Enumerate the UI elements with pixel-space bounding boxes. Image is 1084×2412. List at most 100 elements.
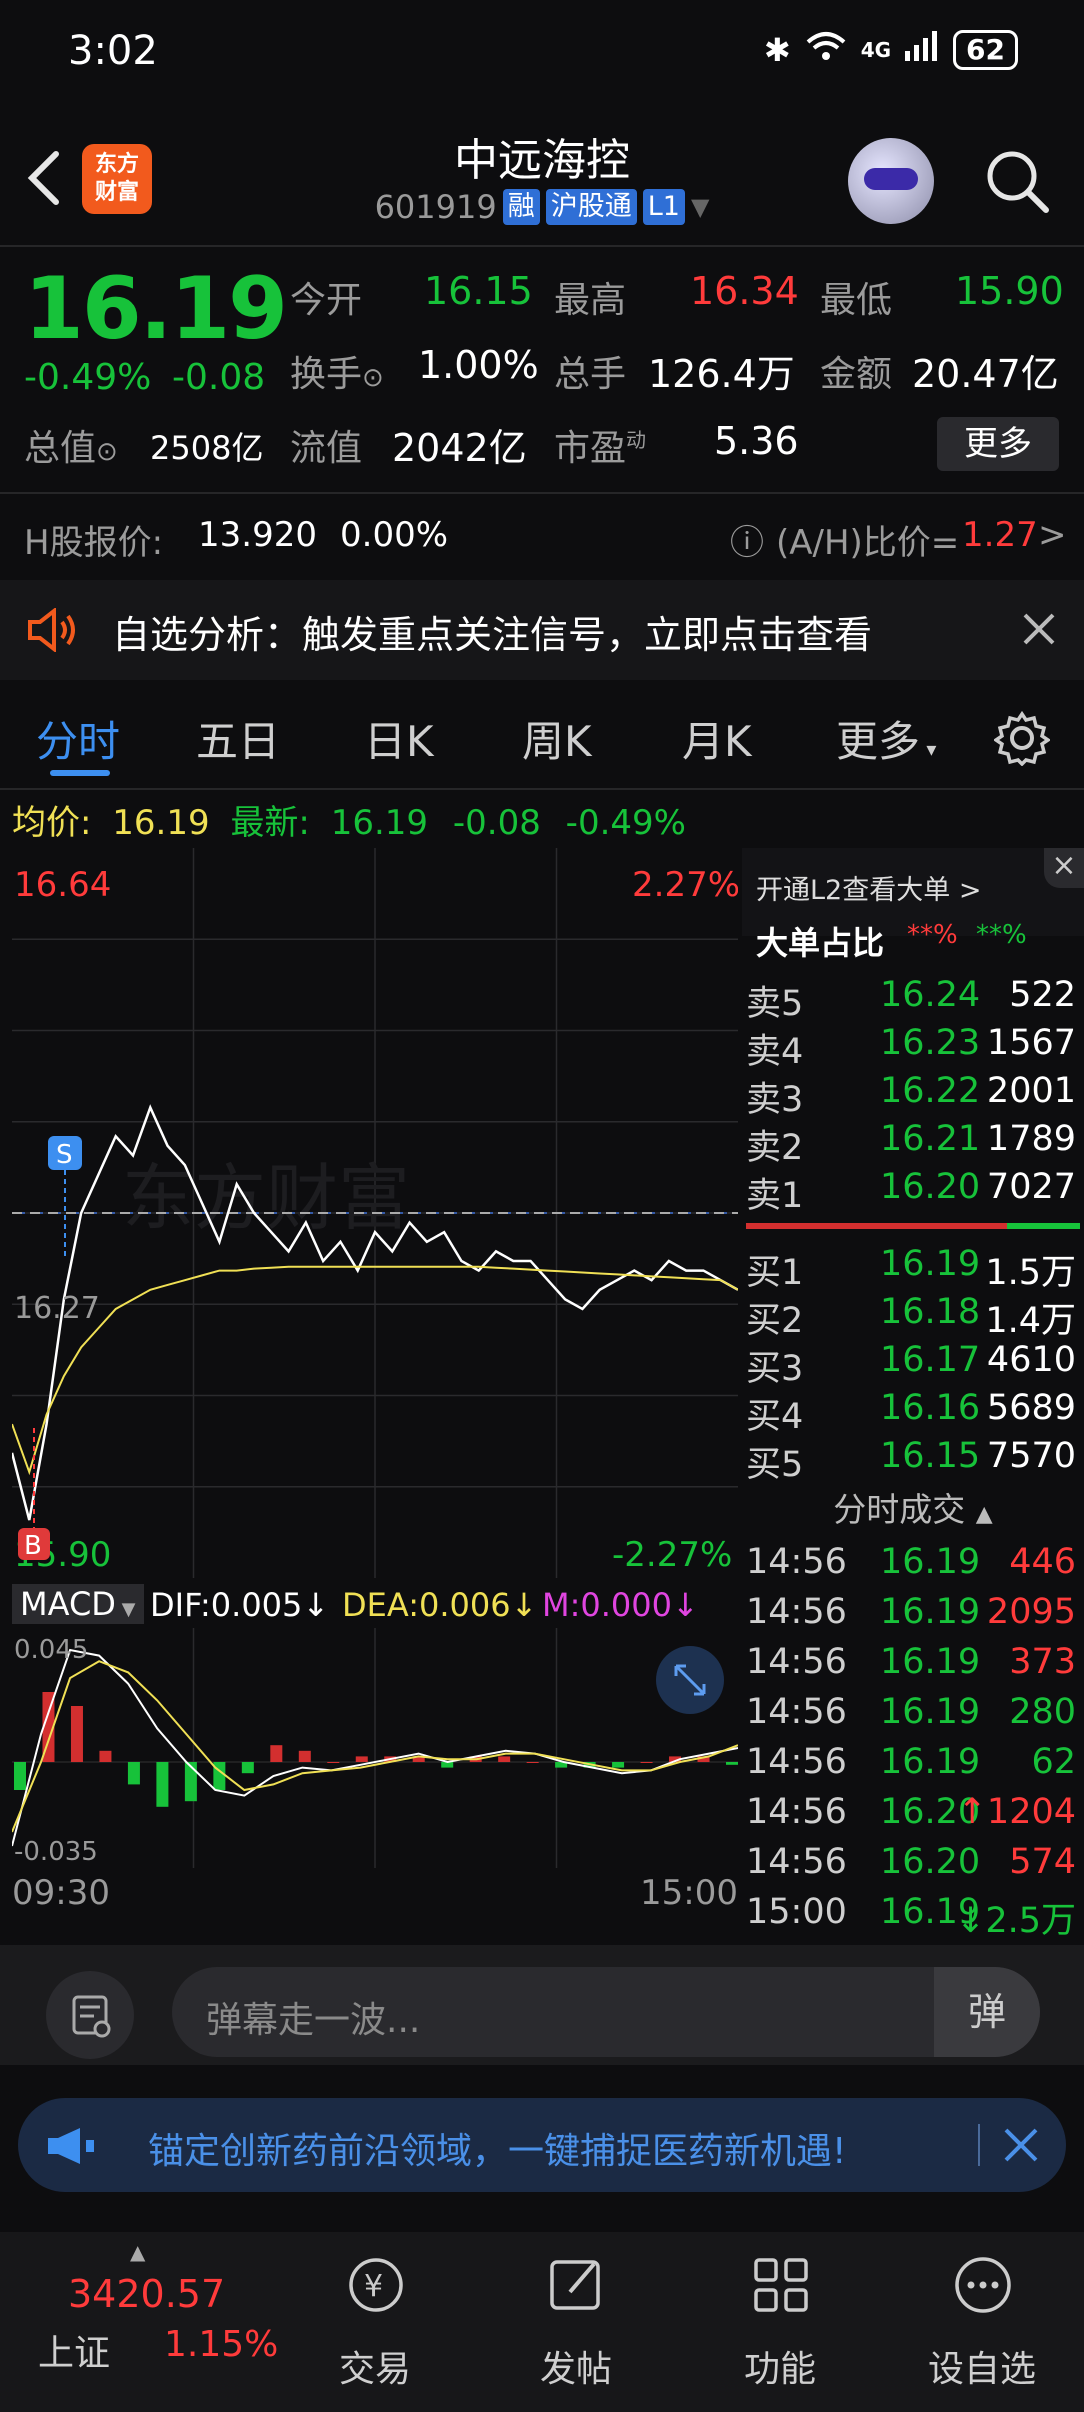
ask-row: 卖5 16.24 522 [742,975,1082,1024]
trade-volume: ↓2.5万 [956,1901,1076,1941]
trades-header[interactable]: 分时成交 ▲ [742,1483,1084,1531]
tab-weekly-k[interactable]: 周K [522,708,592,769]
more-button[interactable]: 更多 [937,417,1059,471]
macd-dif: DIF:0.005↓ [150,1586,330,1624]
trade-price: 16.19 [880,1642,981,1682]
low-label: 最低 [820,280,893,321]
macd-chart-svg[interactable]: 0.045 -0.035 [12,1628,738,1868]
functions-grid-icon [754,2258,808,2312]
l2-promo[interactable]: 开通L2查看大单 > × 大单占比 **% **% [742,848,1084,962]
trade-price: 16.19 [880,1592,981,1632]
bid-price: 16.19 [880,1244,981,1284]
ask-volume: 2001 [986,1071,1076,1111]
index-value: 3420.57 [68,2272,226,2316]
mktcap-value: 2508亿 [150,429,264,467]
macd-histogram-bar [156,1762,169,1807]
dropdown-triangle-icon[interactable]: ▼ [691,193,709,221]
signal-icon [905,31,939,69]
analysis-banner[interactable]: 自选分析：触发重点关注信号，立即点击查看 [0,580,1084,680]
time-axis: 09:30 15:00 [12,1873,738,1917]
macd-dea: DEA:0.006↓ [342,1586,538,1624]
close-icon[interactable] [1022,612,1056,646]
ask-price: 16.23 [880,1023,981,1063]
low-value: 15.90 [955,269,1064,313]
h-share-price: 13.920 [198,515,317,555]
bid-label: 买2 [746,1301,804,1341]
top-pct-label: 2.27% [632,865,738,905]
ask-price: 16.21 [880,1119,981,1159]
settings-gear-icon[interactable] [994,710,1050,766]
danmu-placeholder: 弹幕走一波... [206,2000,421,2041]
l2-link[interactable]: 开通L2查看大单 > [756,868,981,907]
macd-selector[interactable]: MACD ▼ [12,1584,144,1624]
bid-price: 16.17 [880,1340,981,1380]
avg-price-line: 均价: 16.19 最新: 16.19 -0.08 -0.49% [12,795,686,844]
tab-more[interactable]: 更多 ▾ [836,708,936,769]
trade-time: 14:56 [746,1542,847,1582]
close-l2-icon[interactable]: × [1044,848,1084,888]
bid-row: 买2 16.18 1.4万 [742,1292,1082,1341]
ask-price: 16.22 [880,1071,981,1111]
expand-icon[interactable] [656,1646,724,1714]
tab-monthly-k[interactable]: 月K [682,708,752,769]
macd-histogram-bar [270,1745,283,1762]
trade-price: 16.19 [880,1692,981,1732]
bottom-pct-label: -2.27% [612,1535,732,1575]
quote-panel: 16.19 -0.49% -0.08 今开 16.15 最高 16.34 最低 … [0,247,1084,487]
macd-histogram-bar [726,1762,738,1765]
bid-label: 买3 [746,1349,804,1389]
tag-level: L1 [642,189,685,225]
trade-price: 16.19 [880,1542,981,1582]
wifi-icon [805,30,847,70]
tab-intraday[interactable]: 分时 [36,708,120,769]
tab-five-day[interactable]: 五日 [196,708,280,769]
time-start: 09:30 [12,1873,110,1913]
promo-close-icon[interactable] [1002,2126,1040,2164]
open-label: 今开 [290,280,363,321]
promo-text: 锚定创新药前沿领域，一键捕捉医药新机遇! [148,2131,847,2172]
latest-pct: -0.49% [565,803,686,843]
chevron-right-icon: > [1038,515,1067,555]
trade-volume: 574 [1009,1842,1076,1882]
big-order-label: 大单占比 [756,924,885,962]
promo-banner[interactable]: 锚定创新药前沿领域，一键捕捉医药新机遇! [18,2098,1066,2192]
nav-trade-label: 交易 [338,2349,411,2390]
ah-ratio-label: (A/H)比价= [776,523,960,563]
tab-daily-k[interactable]: 日K [364,708,434,769]
help-icon[interactable]: ⓘ [730,515,764,564]
volume-label: 总手 [554,354,627,395]
trade-icon: ¥ [349,2258,403,2312]
intraday-chart-svg[interactable]: 东方财富 16.64 2.27% 16.27 15.90 -2.27% S B [10,848,740,1578]
nav-trade[interactable]: ¥ 交易 [285,2232,465,2412]
ask-volume: 7027 [986,1167,1076,1207]
danmu-input[interactable]: 弹幕走一波... 弹 [172,1967,1040,2057]
top-price-label: 16.64 [14,865,111,905]
nav-functions[interactable]: 功能 [690,2232,870,2412]
time-end: 15:00 [640,1873,738,1913]
h-share-row[interactable]: H股报价: 13.920 0.00% ⓘ (A/H)比价= 1.27 > [0,495,1084,575]
bid-price: 16.18 [880,1292,981,1332]
trade-row: 14:56 16.19 280 [742,1692,1082,1740]
danmu-send-button[interactable]: 弹 [934,1967,1040,2057]
bid-volume: 5689 [986,1388,1076,1428]
bid-label: 买5 [746,1445,804,1485]
banner-text: 自选分析：触发重点关注信号，立即点击查看 [112,613,873,657]
trade-time: 14:56 [746,1592,847,1632]
nav-post-label: 发帖 [539,2349,612,2390]
ask-label: 卖2 [746,1128,804,1168]
bid-volume: 7570 [986,1436,1076,1476]
danmu-list-icon[interactable] [46,1971,134,2059]
robot-assistant-icon[interactable] [848,138,934,224]
search-icon[interactable] [982,146,1052,216]
index-ticker[interactable]: ▲ 3420.57 上证 1.15% [0,2232,280,2412]
open-value: 16.15 [424,269,533,313]
intraday-chart[interactable]: 东方财富 16.64 2.27% 16.27 15.90 -2.27% S B … [10,848,740,1913]
bid-row: 买4 16.16 5689 [742,1388,1082,1437]
nav-add-watchlist[interactable]: 设自选 [892,2232,1072,2412]
amount-value: 20.47亿 [912,352,1059,396]
ask-volume: 1789 [986,1119,1076,1159]
more-dots-icon [955,2257,1011,2313]
speaker-icon [28,608,75,652]
battery-icon: 62 [953,30,1018,70]
nav-post[interactable]: 发帖 [486,2232,666,2412]
